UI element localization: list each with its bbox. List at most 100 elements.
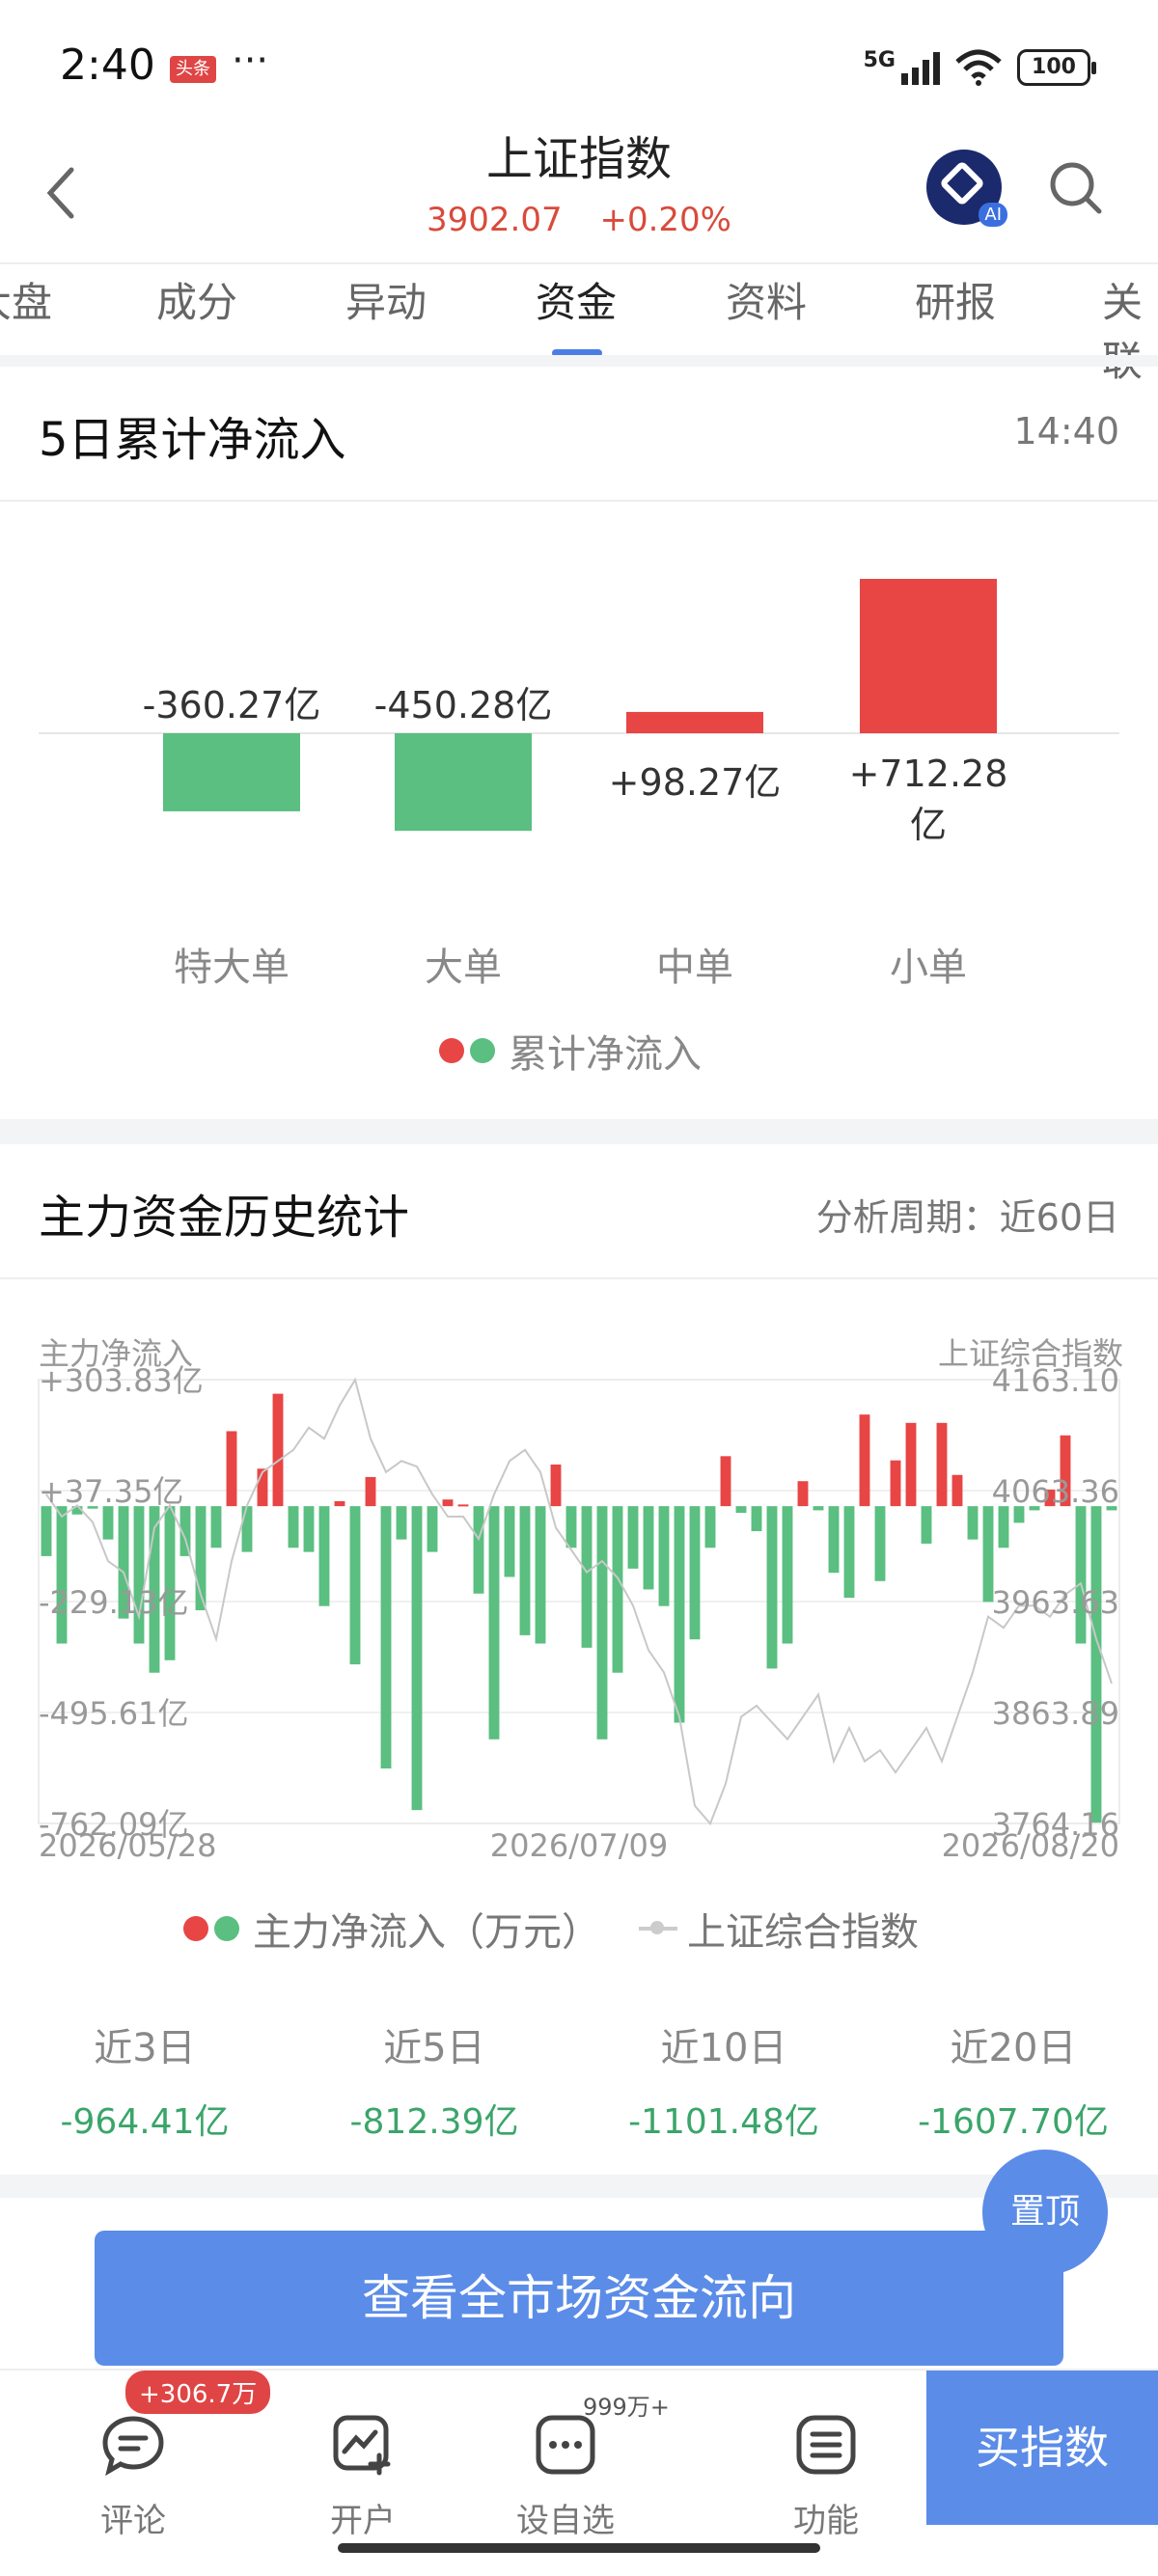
- app-badge: 头条: [170, 56, 216, 83]
- back-to-top-button[interactable]: 置顶: [982, 2150, 1108, 2275]
- more-dots-icon: ···: [232, 39, 269, 83]
- flow-bar-12: [226, 1431, 237, 1507]
- buy-index-button[interactable]: 买指数: [926, 2370, 1158, 2525]
- open-account-icon: [333, 2415, 391, 2476]
- tab-market[interactable]: 大盘: [0, 270, 52, 329]
- stat-10d-value: -1101.48亿: [628, 2102, 819, 2142]
- category-medium: 中单: [656, 945, 733, 990]
- flow-bar-53: [859, 1414, 870, 1507]
- bar-0: [163, 733, 300, 811]
- x-tick-1: 2026/07/09: [490, 1827, 668, 1862]
- flow-bar-20: [349, 1506, 361, 1665]
- y-left-tick-3: -495.61亿: [39, 1695, 189, 1732]
- flow-bar-60: [967, 1506, 979, 1540]
- flow-bar-58: [936, 1422, 948, 1507]
- flow-bar-59: [951, 1474, 963, 1507]
- nav-open-account[interactable]: 开户: [295, 2390, 430, 2541]
- y-right-tick-1: 4063.36: [992, 1473, 1119, 1510]
- home-indicator[interactable]: [338, 2543, 820, 2553]
- flow-bar-33: [550, 1464, 562, 1507]
- bar-1: [395, 733, 532, 832]
- bar-3: [860, 579, 997, 733]
- flow-bar-46: [751, 1506, 762, 1532]
- flow-bar-38: [627, 1506, 639, 1569]
- flow-bar-57: [921, 1506, 932, 1544]
- flow-bar-41: [674, 1506, 685, 1723]
- flow-bar-51: [828, 1506, 840, 1574]
- battery-icon: 100: [1017, 49, 1096, 86]
- category-small: 小单: [890, 945, 967, 990]
- status-time: 2:40: [60, 41, 155, 90]
- status-bar: 2:40 头条 ··· 5G 100: [0, 0, 1158, 135]
- nav-functions-label: 功能: [793, 2502, 859, 2540]
- main-flow-history-svg: +303.83亿 4163.10 +37.35亿 4063.36 -229.13亿 396…: [38, 1362, 1120, 1864]
- flow-bar-30: [504, 1506, 515, 1577]
- ai-tag: AI: [979, 203, 1007, 227]
- flow-bar-25: [427, 1506, 438, 1552]
- flow-bar-8: [164, 1506, 176, 1660]
- nav-watchlist-label: 设自选: [516, 2502, 615, 2540]
- stat-3d-label: 近3日: [94, 2026, 196, 2070]
- flow-bar-52: [843, 1506, 855, 1599]
- flow-bar-1: [56, 1506, 68, 1644]
- tab-research[interactable]: 研报: [915, 270, 996, 329]
- view-market-flow-button[interactable]: 查看全市场资金流向: [95, 2231, 1063, 2366]
- flow-bar-34: [565, 1506, 577, 1548]
- nav-open-account-label: 开户: [330, 2502, 396, 2540]
- flow-bar-27: [457, 1504, 469, 1507]
- tab-profile[interactable]: 资料: [726, 270, 807, 329]
- analysis-period[interactable]: 分析周期：近60日: [816, 1188, 1119, 1241]
- wifi-icon: [955, 49, 1002, 86]
- flow-bar-29: [488, 1506, 500, 1740]
- x-tick-0: 2026/05/28: [39, 1827, 216, 1862]
- ai-assistant-icon[interactable]: AI: [926, 150, 1007, 227]
- stat-10d-label: 近10日: [660, 2026, 787, 2070]
- flow-bar-49: [797, 1481, 809, 1507]
- flow-bar-18: [318, 1506, 330, 1606]
- stat-10d: 近10日 -1101.48亿: [579, 2016, 868, 2144]
- signal-icon: [901, 50, 940, 85]
- bar-label-super-large: -360.27亿: [142, 684, 321, 726]
- tab-movement[interactable]: 异动: [345, 270, 427, 329]
- bar-label-large: -450.28亿: [373, 684, 553, 726]
- flow-bar-45: [735, 1506, 747, 1514]
- y-right-tick-0: 4163.10: [992, 1362, 1119, 1399]
- flow-bar-48: [782, 1506, 793, 1644]
- flow-bar-31: [519, 1506, 531, 1635]
- flow-bar-0: [41, 1506, 52, 1556]
- status-icons: 5G 100: [864, 48, 1096, 87]
- flow-bar-11: [210, 1506, 222, 1548]
- category-super-large: 特大单: [174, 945, 290, 990]
- tab-funds[interactable]: 资金: [536, 270, 617, 329]
- flow-bar-42: [689, 1506, 701, 1640]
- divider: [0, 355, 1158, 367]
- y-left-tick-1: +37.35亿: [39, 1473, 183, 1510]
- stat-3d: 近3日 -964.41亿: [0, 2016, 290, 2144]
- search-icon[interactable]: [1047, 159, 1105, 217]
- stat-20d: 近20日 -1607.70亿: [868, 2016, 1158, 2144]
- watchlist-icon: [536, 2415, 595, 2475]
- tab-constituents[interactable]: 成分: [156, 270, 237, 329]
- flow-bar-44: [720, 1456, 731, 1507]
- menu-icon: [796, 2415, 856, 2475]
- stat-3d-value: -964.41亿: [60, 2102, 230, 2142]
- y-left-tick-0: +303.83亿: [39, 1362, 204, 1399]
- index-line-icon: [639, 1921, 677, 1934]
- section1-time: 14:40: [1013, 410, 1119, 452]
- flow-bar-19: [334, 1500, 345, 1507]
- legend2-red-dot: [183, 1916, 208, 1941]
- section2-title: 主力资金历史统计: [39, 1191, 410, 1245]
- flow-bar-50: [813, 1506, 824, 1511]
- period-stats: 近3日 -964.41亿 近5日 -812.39亿 近10日 -1101.48亿…: [0, 2016, 1158, 2161]
- tab-bar: 大盘 成分 异动 资金 资料 研报 关联: [0, 262, 1158, 385]
- comment-icon: [102, 2416, 164, 2477]
- watchlist-count-badge: 999万+: [583, 2394, 670, 2421]
- legend-green-dot: [470, 1038, 495, 1063]
- stat-5d-label: 近5日: [383, 2026, 485, 2070]
- legend-red-dot: [439, 1038, 464, 1063]
- nav-functions[interactable]: 功能: [758, 2390, 894, 2541]
- header: 上证指数 3902.07 +0.20% AI: [0, 116, 1158, 260]
- flow-bar-24: [411, 1506, 423, 1811]
- bar-2: [626, 711, 763, 733]
- flow-bar-4: [102, 1506, 114, 1540]
